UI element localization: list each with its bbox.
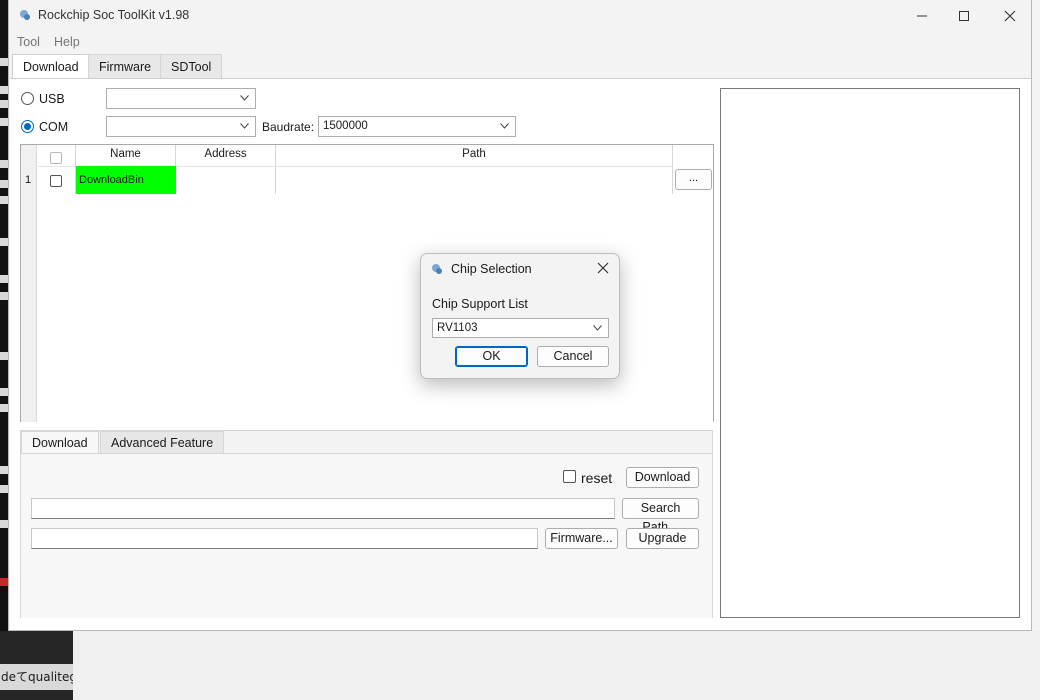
tab-sdtool[interactable]: SDTool bbox=[160, 54, 223, 78]
column-header-address[interactable]: Address bbox=[176, 145, 276, 166]
maximize-button[interactable] bbox=[941, 0, 987, 31]
cell-name[interactable]: DownloadBin bbox=[76, 166, 176, 194]
download-button[interactable]: Download bbox=[626, 467, 699, 488]
chip-select-value: RV1103 bbox=[437, 322, 478, 334]
ok-button[interactable]: OK bbox=[455, 346, 528, 367]
menu-bar: Tool Help bbox=[9, 31, 1031, 53]
cell-address[interactable] bbox=[176, 166, 276, 194]
menu-help[interactable]: Help bbox=[54, 35, 80, 49]
download-options-panel: Download Advanced Feature reset Download… bbox=[20, 430, 713, 618]
firmware-path-input[interactable] bbox=[31, 528, 538, 549]
tab-download[interactable]: Download bbox=[12, 54, 90, 79]
minimize-button[interactable] bbox=[899, 0, 945, 31]
dialog-title: Chip Selection bbox=[451, 262, 532, 276]
log-output-panel[interactable] bbox=[720, 88, 1020, 618]
firmware-button[interactable]: Firmware... bbox=[545, 528, 618, 549]
tab-download-options[interactable]: Download bbox=[21, 431, 99, 453]
background-desktop bbox=[1032, 0, 1040, 700]
tab-firmware[interactable]: Firmware bbox=[88, 54, 163, 78]
search-path-button[interactable]: Search Path... bbox=[622, 498, 699, 534]
maximize-icon bbox=[959, 10, 969, 21]
chip-selection-dialog: Chip Selection Chip Support List RV1103 … bbox=[420, 253, 620, 379]
close-icon bbox=[1004, 10, 1016, 21]
chevron-down-icon bbox=[240, 123, 249, 129]
download-options-tabs: Download Advanced Feature bbox=[21, 431, 712, 453]
minimize-icon bbox=[917, 15, 927, 16]
menu-tool[interactable]: Tool bbox=[17, 35, 40, 49]
column-header-name[interactable]: Name bbox=[76, 145, 176, 166]
select-all-header bbox=[38, 145, 76, 166]
baudrate-value: 1500000 bbox=[323, 120, 368, 132]
usb-label: USB bbox=[39, 92, 65, 106]
table-row[interactable] bbox=[38, 166, 76, 194]
chip-select[interactable]: RV1103 bbox=[432, 318, 609, 338]
search-path-input[interactable] bbox=[31, 498, 615, 519]
cell-path[interactable] bbox=[276, 166, 673, 194]
chevron-down-icon bbox=[500, 123, 509, 129]
cancel-button[interactable]: Cancel bbox=[537, 346, 609, 367]
upgrade-button[interactable]: Upgrade bbox=[626, 528, 699, 549]
app-icon bbox=[20, 10, 30, 20]
background-taskbar-label[interactable]: deてqualiteg-s bbox=[0, 664, 73, 690]
row-checkbox[interactable] bbox=[50, 175, 62, 187]
column-header-path[interactable]: Path bbox=[276, 145, 673, 166]
baudrate-select[interactable]: 1500000 bbox=[318, 116, 516, 137]
com-label: COM bbox=[39, 120, 69, 134]
usb-radio[interactable] bbox=[21, 92, 34, 105]
app-icon bbox=[432, 264, 442, 274]
browse-button[interactable]: ... bbox=[675, 169, 712, 190]
download-options-body: reset Download Search Path... Firmware..… bbox=[21, 453, 712, 618]
baudrate-label: Baudrate: bbox=[262, 120, 315, 134]
chevron-down-icon bbox=[593, 325, 602, 331]
column-header-browse bbox=[673, 145, 713, 166]
select-all-checkbox[interactable] bbox=[50, 152, 62, 164]
close-icon[interactable] bbox=[595, 260, 611, 276]
reset-checkbox[interactable] bbox=[563, 470, 576, 483]
tab-advanced-feature[interactable]: Advanced Feature bbox=[100, 431, 225, 453]
chip-list-label: Chip Support List bbox=[432, 297, 528, 311]
com-port-select[interactable] bbox=[106, 116, 256, 137]
title-bar[interactable]: Rockchip Soc ToolKit v1.98 bbox=[9, 0, 1031, 31]
background-terminal bbox=[0, 0, 8, 700]
row-number: 1 bbox=[25, 174, 32, 186]
reset-label: reset bbox=[581, 470, 613, 486]
row-header-column bbox=[21, 145, 37, 422]
background-window bbox=[0, 631, 1040, 700]
chevron-down-icon bbox=[240, 95, 249, 101]
main-tabs: Download Firmware SDTool bbox=[9, 54, 1031, 79]
com-radio[interactable] bbox=[21, 120, 34, 133]
usb-device-select[interactable] bbox=[106, 88, 256, 109]
window-title: Rockchip Soc ToolKit v1.98 bbox=[38, 8, 190, 22]
close-button[interactable] bbox=[987, 0, 1033, 31]
